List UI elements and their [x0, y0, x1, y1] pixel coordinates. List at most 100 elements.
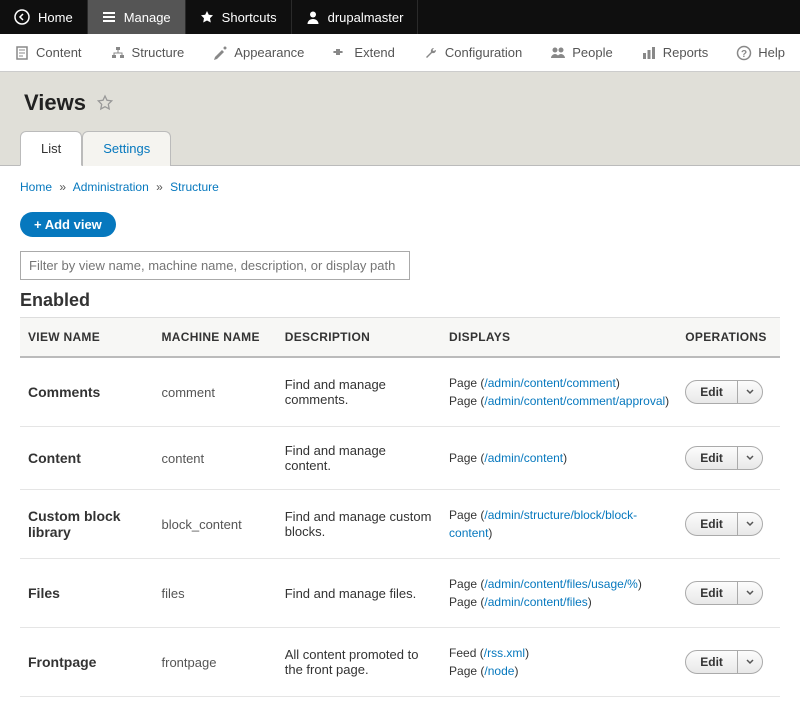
dropbutton: Edit: [685, 650, 763, 674]
back-icon: [14, 9, 30, 25]
admin-people[interactable]: People: [536, 34, 626, 71]
table-row: ContentcontentFind and manage content.Pa…: [20, 427, 780, 490]
dropbutton-toggle[interactable]: [738, 447, 762, 469]
display-link[interactable]: /admin/content: [484, 451, 563, 465]
table-row: CommentscommentFind and manage comments.…: [20, 357, 780, 427]
dropbutton-toggle[interactable]: [738, 651, 762, 673]
display-entry: Page (/admin/structure/block/block-conte…: [449, 508, 637, 540]
breadcrumb-home[interactable]: Home: [20, 180, 52, 194]
help-icon: ?: [736, 45, 752, 61]
admin-menu: Content Structure Appearance Extend Conf…: [0, 34, 800, 72]
toolbar-user[interactable]: drupalmaster: [292, 0, 419, 34]
breadcrumb-structure[interactable]: Structure: [170, 180, 219, 194]
admin-help[interactable]: ? Help: [722, 34, 799, 71]
cell-displays: Feed (/rss.xml)Page (/node): [441, 628, 677, 697]
tabs: List Settings: [20, 130, 780, 165]
reports-icon: [641, 45, 657, 61]
content-icon: [14, 45, 30, 61]
caret-down-icon: [746, 388, 754, 396]
cell-machine-name: frontpage: [154, 628, 277, 697]
display-entry: Page (/admin/content/comment/approval): [449, 394, 669, 408]
cell-machine-name: files: [154, 559, 277, 628]
table-row: Custom block libraryblock_contentFind an…: [20, 490, 780, 559]
dropbutton-toggle[interactable]: [738, 582, 762, 604]
display-link[interactable]: /admin/structure/block/block-content: [449, 508, 637, 540]
hamburger-icon: [102, 10, 116, 24]
admin-structure-label: Structure: [132, 45, 185, 60]
cell-machine-name: content: [154, 427, 277, 490]
toolbar-home[interactable]: Home: [0, 0, 88, 34]
toolbar-shortcuts[interactable]: Shortcuts: [186, 0, 292, 34]
section-enabled: Enabled: [20, 290, 780, 311]
svg-text:?: ?: [741, 49, 747, 60]
tab-list-label: List: [41, 141, 61, 156]
filter-input[interactable]: [20, 251, 410, 280]
dropbutton-toggle[interactable]: [738, 381, 762, 403]
toolbar-home-label: Home: [38, 10, 73, 25]
dropbutton-toggle[interactable]: [738, 513, 762, 535]
admin-configuration-label: Configuration: [445, 45, 522, 60]
admin-content[interactable]: Content: [0, 34, 96, 71]
col-machine-name: MACHINE NAME: [154, 318, 277, 358]
col-operations: OPERATIONS: [677, 318, 780, 358]
admin-reports[interactable]: Reports: [627, 34, 723, 71]
cell-displays: Page (/admin/content): [441, 427, 677, 490]
display-entry: Page (/admin/content/comment): [449, 376, 620, 390]
structure-icon: [110, 45, 126, 61]
display-entry: Page (/admin/content/files/usage/%): [449, 577, 642, 591]
breadcrumb-sep: »: [156, 180, 163, 194]
cell-description: Find and manage comments.: [277, 357, 441, 427]
dropbutton: Edit: [685, 380, 763, 404]
star-icon: [200, 10, 214, 24]
admin-people-label: People: [572, 45, 612, 60]
content: Home » Administration » Structure + Add …: [0, 166, 800, 711]
cell-view-name: Custom block library: [20, 490, 154, 559]
tab-settings[interactable]: Settings: [82, 131, 171, 166]
header-region: Views List Settings: [0, 72, 800, 166]
person-icon: [306, 10, 320, 24]
display-link[interactable]: /node: [484, 664, 514, 678]
caret-down-icon: [746, 658, 754, 666]
add-view-button[interactable]: + Add view: [20, 212, 116, 237]
cell-operations: Edit: [677, 357, 780, 427]
tab-list[interactable]: List: [20, 131, 82, 166]
display-link[interactable]: /admin/content/files: [484, 595, 587, 609]
cell-description: All content promoted to the front page.: [277, 628, 441, 697]
admin-structure[interactable]: Structure: [96, 34, 199, 71]
cell-description: Find and manage content.: [277, 427, 441, 490]
edit-button[interactable]: Edit: [686, 651, 738, 673]
admin-configuration[interactable]: Configuration: [409, 34, 536, 71]
admin-reports-label: Reports: [663, 45, 709, 60]
cell-machine-name: comment: [154, 357, 277, 427]
page-title-text: Views: [24, 90, 86, 116]
breadcrumb: Home » Administration » Structure: [20, 180, 780, 194]
display-link[interactable]: /admin/content/files/usage/%: [484, 577, 637, 591]
edit-button[interactable]: Edit: [686, 447, 738, 469]
cell-view-name: Comments: [20, 357, 154, 427]
edit-button[interactable]: Edit: [686, 513, 738, 535]
cell-operations: Edit: [677, 490, 780, 559]
star-outline-icon[interactable]: [96, 94, 114, 112]
edit-button[interactable]: Edit: [686, 381, 738, 403]
toolbar-manage-label: Manage: [124, 10, 171, 25]
cell-description: Find and manage custom blocks.: [277, 490, 441, 559]
dropbutton: Edit: [685, 581, 763, 605]
col-displays: DISPLAYS: [441, 318, 677, 358]
edit-button[interactable]: Edit: [686, 582, 738, 604]
views-table: VIEW NAME MACHINE NAME DESCRIPTION DISPL…: [20, 317, 780, 697]
cell-operations: Edit: [677, 559, 780, 628]
col-description: DESCRIPTION: [277, 318, 441, 358]
people-icon: [550, 45, 566, 61]
admin-appearance[interactable]: Appearance: [198, 34, 318, 71]
display-link[interactable]: /admin/content/comment/approval: [484, 394, 665, 408]
toolbar-manage[interactable]: Manage: [88, 0, 186, 34]
page-title: Views: [24, 90, 780, 116]
breadcrumb-admin[interactable]: Administration: [73, 180, 149, 194]
table-row: FilesfilesFind and manage files.Page (/a…: [20, 559, 780, 628]
admin-extend[interactable]: Extend: [318, 34, 408, 71]
toolbar-shortcuts-label: Shortcuts: [222, 10, 277, 25]
display-link[interactable]: /admin/content/comment: [484, 376, 615, 390]
display-entry: Page (/node): [449, 664, 518, 678]
extend-icon: [332, 45, 348, 61]
display-link[interactable]: /rss.xml: [484, 646, 525, 660]
